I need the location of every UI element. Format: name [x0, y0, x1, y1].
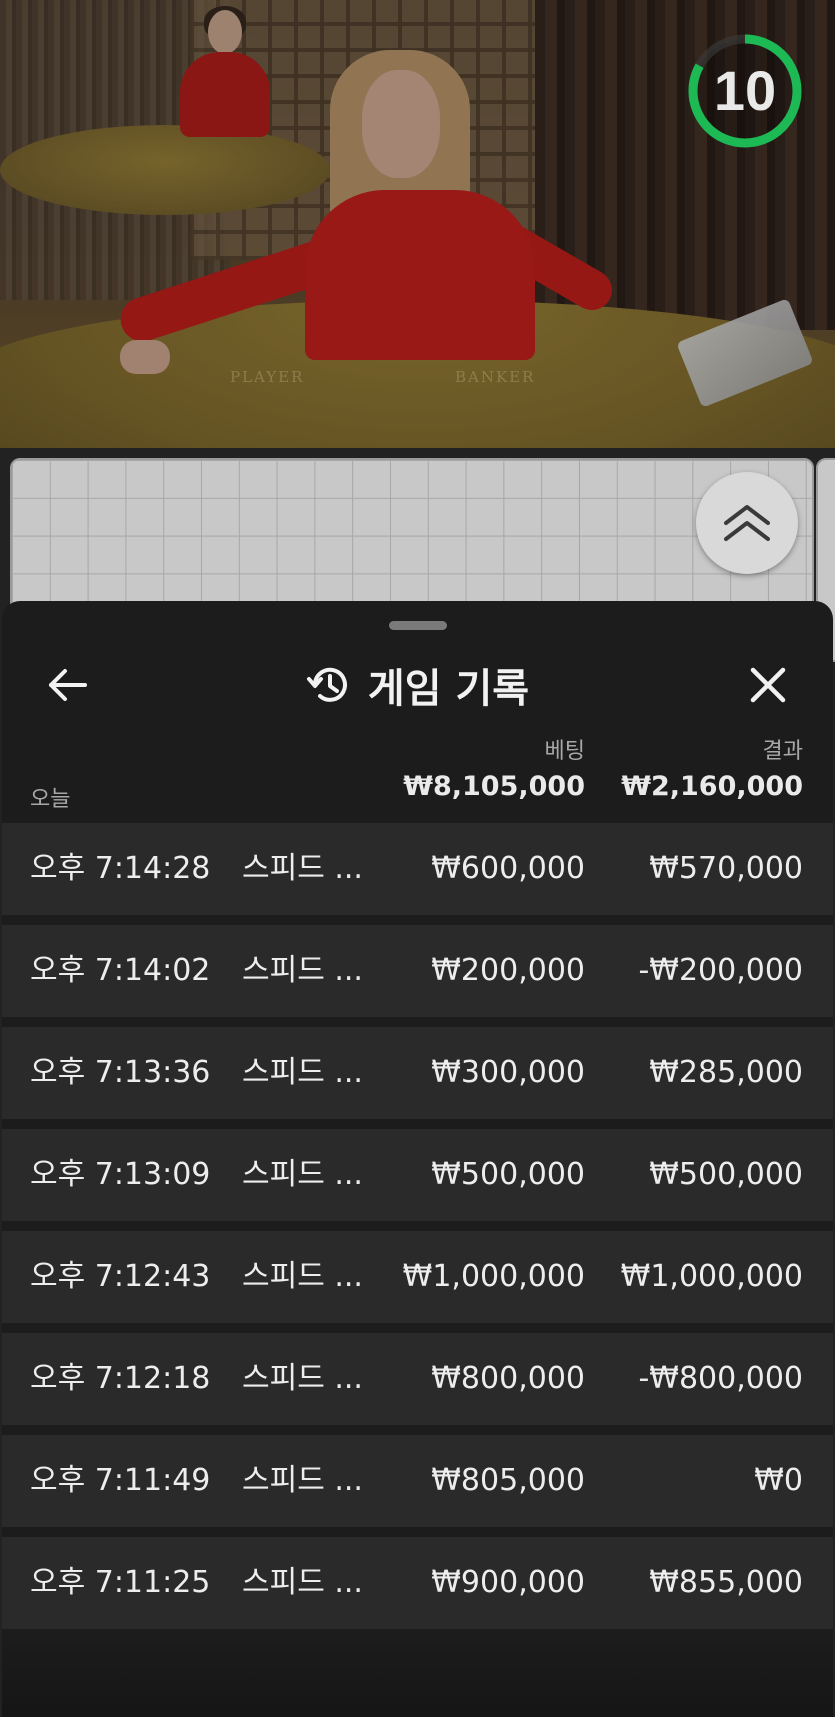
- row-result: ₩855,000: [649, 1565, 803, 1600]
- row-bet: ₩1,000,000: [402, 1259, 585, 1294]
- row-game: 스피드 ...: [242, 953, 363, 988]
- history-row[interactable]: 오후 7:11:25 스피드 ... ₩900,000 ₩855,000: [2, 1537, 833, 1629]
- live-video: PLAYER BANKER 10: [0, 0, 835, 448]
- history-row[interactable]: 오후 7:14:28 스피드 ... ₩600,000 ₩570,000: [2, 823, 833, 915]
- history-row[interactable]: 오후 7:13:09 스피드 ... ₩500,000 ₩500,000: [2, 1129, 833, 1221]
- total-result: ₩2,160,000: [621, 771, 803, 802]
- row-game: 스피드 ...: [242, 1259, 363, 1294]
- history-row[interactable]: 오후 7:12:43 스피드 ... ₩1,000,000 ₩1,000,000: [2, 1231, 833, 1323]
- row-time: 오후 7:13:36: [30, 1055, 211, 1090]
- row-bet: ₩200,000: [431, 953, 585, 988]
- row-time: 오후 7:11:25: [30, 1565, 211, 1600]
- sheet-title: 게임 기록: [367, 666, 530, 712]
- expand-button[interactable]: [696, 472, 798, 574]
- row-game: 스피드 ...: [242, 1463, 363, 1498]
- countdown-value: 10: [713, 59, 777, 122]
- close-button[interactable]: [736, 655, 800, 715]
- row-time: 오후 7:12:18: [30, 1361, 211, 1396]
- row-bet: ₩300,000: [431, 1055, 585, 1090]
- list-bottom-fade: [2, 1635, 833, 1717]
- row-game: 스피드 ...: [242, 1157, 363, 1192]
- row-time: 오후 7:11:49: [30, 1463, 211, 1498]
- game-history-sheet: 게임 기록 베팅 결과 오늘 ₩8,105,000 ₩2,160,000 오후 …: [2, 601, 833, 1717]
- row-game: 스피드 ...: [242, 851, 363, 886]
- row-bet: ₩600,000: [431, 851, 585, 886]
- row-bet: ₩900,000: [431, 1565, 585, 1600]
- row-result: ₩1,000,000: [620, 1259, 803, 1294]
- total-bet: ₩8,105,000: [403, 771, 585, 802]
- bet-column-header: 베팅: [544, 739, 585, 764]
- row-time: 오후 7:14:28: [30, 851, 211, 886]
- history-list: 오후 7:14:28 스피드 ... ₩600,000 ₩570,000 오후 …: [2, 823, 833, 1639]
- app-screen: PLAYER BANKER 10 게임 기록 베팅 결과 오늘 ₩8,105,0…: [0, 0, 835, 1717]
- history-row[interactable]: 오후 7:12:18 스피드 ... ₩800,000 -₩800,000: [2, 1333, 833, 1425]
- row-time: 오후 7:13:09: [30, 1157, 211, 1192]
- row-bet: ₩800,000: [431, 1361, 585, 1396]
- period-label: 오늘: [30, 787, 71, 812]
- row-bet: ₩805,000: [431, 1463, 585, 1498]
- close-icon: [750, 667, 786, 703]
- row-result: ₩570,000: [649, 851, 803, 886]
- history-row[interactable]: 오후 7:11:49 스피드 ... ₩805,000 ₩0: [2, 1435, 833, 1527]
- row-bet: ₩500,000: [431, 1157, 585, 1192]
- row-result: ₩285,000: [649, 1055, 803, 1090]
- sheet-header: 게임 기록: [2, 651, 833, 719]
- row-game: 스피드 ...: [242, 1361, 363, 1396]
- row-time: 오후 7:14:02: [30, 953, 211, 988]
- double-chevron-up-icon: [724, 505, 770, 541]
- row-game: 스피드 ...: [242, 1055, 363, 1090]
- sheet-drag-handle[interactable]: [389, 621, 447, 630]
- row-result: ₩500,000: [649, 1157, 803, 1192]
- row-game: 스피드 ...: [242, 1565, 363, 1600]
- row-result: -₩200,000: [638, 953, 803, 988]
- history-row[interactable]: 오후 7:14:02 스피드 ... ₩200,000 -₩200,000: [2, 925, 833, 1017]
- history-row[interactable]: 오후 7:13:36 스피드 ... ₩300,000 ₩285,000: [2, 1027, 833, 1119]
- row-result: -₩800,000: [638, 1361, 803, 1396]
- row-result: ₩0: [754, 1463, 803, 1498]
- row-time: 오후 7:12:43: [30, 1259, 211, 1294]
- result-column-header: 결과: [762, 739, 803, 764]
- history-icon: [306, 667, 347, 702]
- countdown-timer: 10: [686, 32, 804, 150]
